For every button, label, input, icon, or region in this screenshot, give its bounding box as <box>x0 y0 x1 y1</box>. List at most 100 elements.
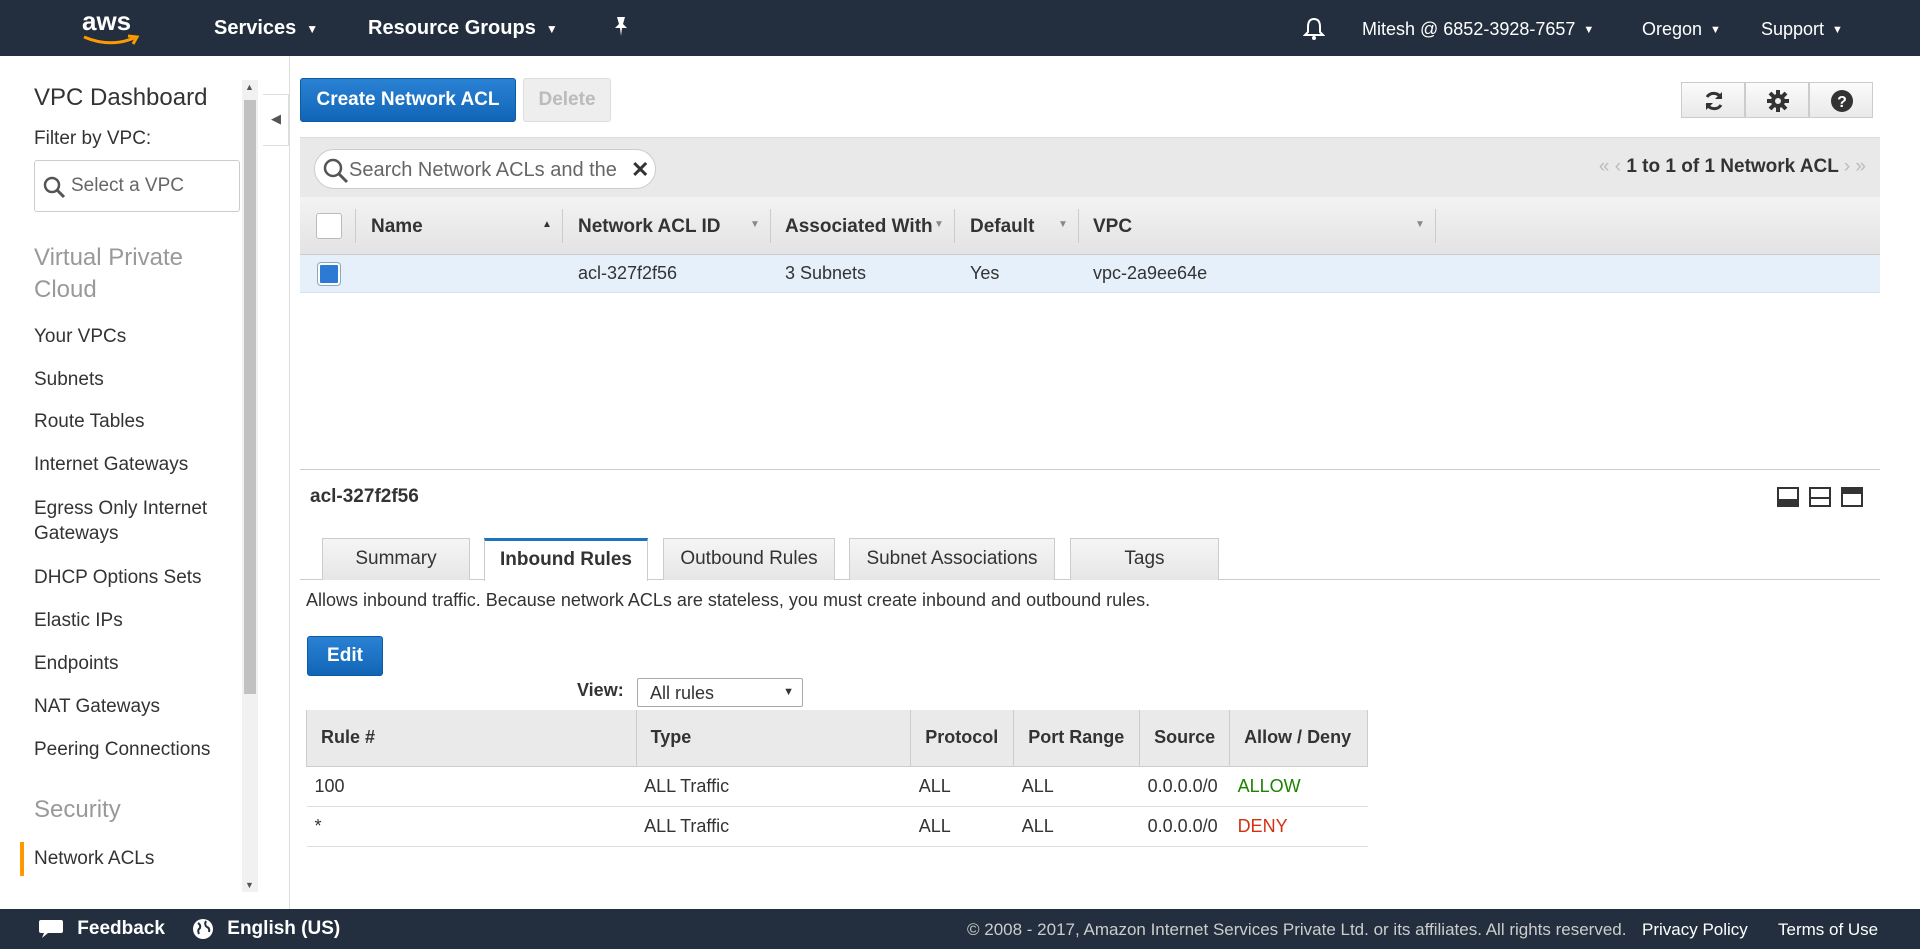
last-page-icon[interactable]: » <box>1855 156 1866 177</box>
sidebar-item-network-acls[interactable]: Network ACLs <box>34 846 234 871</box>
chevron-down-icon: ▼ <box>545 21 558 36</box>
view-select-value: All rules <box>650 683 715 703</box>
tab-summary[interactable]: Summary <box>322 538 470 580</box>
column-header-default[interactable]: Default <box>970 216 1034 238</box>
sidebar-item-dhcp-options-sets[interactable]: DHCP Options Sets <box>34 565 234 590</box>
tab-inbound-rules[interactable]: Inbound Rules <box>484 538 648 581</box>
close-icon[interactable]: ✕ <box>631 157 649 183</box>
vpc-filter-select[interactable]: Select a VPC <box>34 160 240 212</box>
column-header-associated-with[interactable]: Associated With <box>785 216 933 238</box>
grid-header: Name ▲ Network ACL ID ▼ Associated With … <box>300 197 1880 255</box>
tab-subnet-associations[interactable]: Subnet Associations <box>849 538 1055 580</box>
pagination: « ‹ 1 to 1 of 1 Network ACL › » <box>1599 156 1866 178</box>
column-menu-icon[interactable]: ▼ <box>1415 219 1425 230</box>
resource-groups-menu[interactable]: Resource Groups ▼ <box>368 17 558 40</box>
column-separator <box>355 209 356 243</box>
sidebar-scrollbar[interactable]: ▲ ▼ <box>242 80 258 892</box>
view-select[interactable]: All rules ▼ <box>637 678 803 707</box>
table-row[interactable]: acl-327f2f56 3 Subnets Yes vpc-2a9ee64e <box>300 255 1880 293</box>
column-header-vpc[interactable]: VPC <box>1093 216 1132 238</box>
sort-ascending-icon[interactable]: ▲ <box>542 219 552 230</box>
support-menu[interactable]: Support ▼ <box>1761 19 1843 40</box>
tab-outbound-rules[interactable]: Outbound Rules <box>663 538 835 580</box>
terms-of-use-link[interactable]: Terms of Use <box>1778 920 1878 940</box>
row-checkbox[interactable] <box>318 263 340 285</box>
column-header-network-acl-id[interactable]: Network ACL ID <box>578 216 721 238</box>
cell-rule-number: 100 <box>306 766 637 807</box>
next-page-icon[interactable]: › <box>1844 156 1850 177</box>
layout-bottom-half-icon[interactable] <box>1809 487 1831 507</box>
cell-protocol: ALL <box>910 806 1014 847</box>
pin-icon[interactable] <box>612 15 630 43</box>
cell-default: Yes <box>970 263 1000 283</box>
sidebar-item-subnets[interactable]: Subnets <box>34 367 234 392</box>
sidebar-item-elastic-ips[interactable]: Elastic IPs <box>34 608 234 633</box>
sidebar-item-route-tables[interactable]: Route Tables <box>34 409 234 434</box>
language-selector[interactable]: English (US) <box>192 918 340 940</box>
cell-port-range: ALL <box>1013 806 1140 847</box>
create-network-acl-button[interactable]: Create Network ACL <box>300 78 516 122</box>
scrollbar-thumb[interactable] <box>244 100 256 694</box>
help-button[interactable]: ? <box>1809 82 1873 118</box>
column-header-protocol: Protocol <box>910 710 1015 767</box>
cell-allow-deny: ALLOW <box>1229 766 1368 807</box>
edit-button[interactable]: Edit <box>307 636 383 676</box>
cell-vpc: vpc-2a9ee64e <box>1093 263 1208 283</box>
column-header-name[interactable]: Name <box>371 216 423 238</box>
sidebar-item-nat-gateways[interactable]: NAT Gateways <box>34 694 234 719</box>
chevron-down-icon: ▼ <box>306 21 319 36</box>
search-input[interactable]: Search Network ACLs and the ✕ <box>314 149 656 189</box>
chevron-left-icon: ◀ <box>271 111 281 126</box>
rule-row: * ALL Traffic ALL ALL 0.0.0.0/0 DENY <box>306 806 1368 847</box>
services-menu[interactable]: Services ▼ <box>214 17 318 40</box>
collapse-sidebar-button[interactable]: ◀ <box>263 94 289 146</box>
support-label: Support <box>1761 19 1825 39</box>
refresh-button[interactable] <box>1681 82 1745 118</box>
language-label: English (US) <box>227 918 341 940</box>
copyright-text: © 2008 - 2017, Amazon Internet Services … <box>967 920 1627 939</box>
feedback-link[interactable]: Feedback <box>38 918 165 940</box>
account-menu[interactable]: Mitesh @ 6852-3928-7657 ▼ <box>1362 19 1594 40</box>
gear-icon <box>1767 90 1789 112</box>
layout-bottom-small-icon[interactable] <box>1777 487 1799 507</box>
sidebar-item-peering-connections[interactable]: Peering Connections <box>34 737 234 762</box>
account-label: Mitesh @ 6852-3928-7657 <box>1362 19 1576 39</box>
cell-port-range: ALL <box>1013 766 1140 807</box>
select-all-checkbox[interactable] <box>316 213 342 239</box>
column-menu-icon[interactable]: ▼ <box>1058 219 1068 230</box>
pane-splitter[interactable] <box>300 469 1880 470</box>
prev-page-icon[interactable]: ‹ <box>1615 156 1621 177</box>
column-menu-icon[interactable]: ▼ <box>750 219 760 230</box>
sidebar-divider <box>289 56 290 909</box>
rule-row: 100 ALL Traffic ALL ALL 0.0.0.0/0 ALLOW <box>306 766 1368 807</box>
first-page-icon[interactable]: « <box>1599 156 1610 177</box>
sidebar-item-internet-gateways[interactable]: Internet Gateways <box>34 452 234 477</box>
scroll-up-icon[interactable]: ▲ <box>245 82 254 92</box>
delete-button[interactable]: Delete <box>523 78 611 122</box>
cell-protocol: ALL <box>910 766 1014 807</box>
sidebar-title[interactable]: VPC Dashboard <box>34 84 207 112</box>
sidebar-item-endpoints[interactable]: Endpoints <box>34 651 234 676</box>
sidebar-item-egress-only-internet-gateways[interactable]: Egress Only Internet Gateways <box>34 496 234 546</box>
bell-icon[interactable] <box>1302 17 1326 46</box>
column-menu-icon[interactable]: ▼ <box>934 219 944 230</box>
chevron-down-icon: ▼ <box>1832 24 1843 37</box>
aws-logo[interactable]: aws <box>82 8 142 48</box>
scroll-down-icon[interactable]: ▼ <box>245 880 254 890</box>
column-separator <box>1435 209 1436 243</box>
column-header-port-range: Port Range <box>1013 710 1141 767</box>
settings-button[interactable] <box>1745 82 1809 118</box>
section-security: Security <box>34 796 121 823</box>
inbound-rules-description: Allows inbound traffic. Because network … <box>306 590 1151 610</box>
speech-bubble-icon <box>39 920 63 938</box>
column-separator <box>562 209 563 243</box>
help-icon: ? <box>1831 90 1853 112</box>
cell-type: ALL Traffic <box>636 806 911 847</box>
region-menu[interactable]: Oregon ▼ <box>1642 19 1721 40</box>
feedback-label: Feedback <box>77 918 165 940</box>
privacy-policy-link[interactable]: Privacy Policy <box>1642 920 1748 940</box>
sidebar-item-your-vpcs[interactable]: Your VPCs <box>34 324 234 349</box>
tab-tags[interactable]: Tags <box>1070 538 1219 580</box>
layout-full-icon[interactable] <box>1841 487 1863 507</box>
detail-tabs: Summary Inbound Rules Outbound Rules Sub… <box>300 538 1880 581</box>
